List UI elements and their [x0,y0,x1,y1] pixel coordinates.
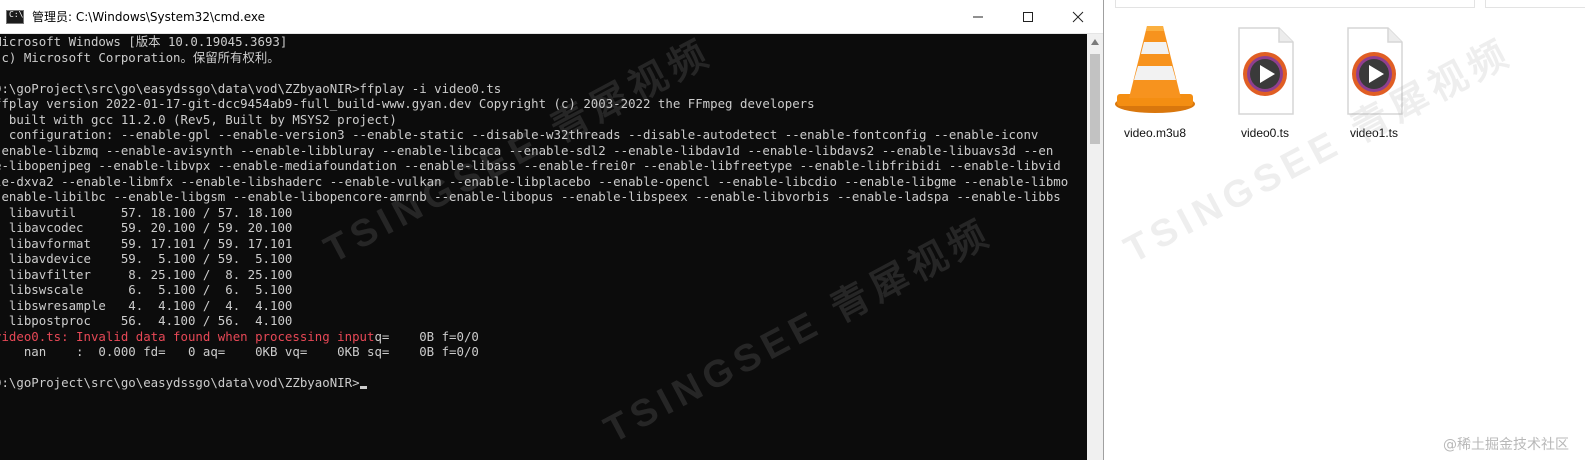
vlc-cone-icon [1115,26,1195,113]
console-line: libavdevice 59. 5.100 / 59. 5.100 [0,251,293,266]
console-line: built with gcc 11.2.0 (Rev5, Built by MS… [0,111,397,127]
console-line: le-dxva2 --enable-libmfx --enable-libsha… [0,173,1069,189]
title-bar[interactable]: C:\ 管理员: C:\Windows\System32\cmd.exe [0,0,1103,34]
file-item[interactable]: video0.ts [1217,22,1313,140]
error-tail: q= 0B f=0/0 [374,328,479,344]
window-edge [1115,0,1475,8]
console-line: libswresample 4. 4.100 / 4. 4.100 [0,297,293,313]
chevron-up-icon [1091,39,1099,45]
console-line: libavcodec 59. 20.100 / 59. 20.100 [0,220,293,235]
console-line: libavfilter 8. 25.100 / 8. 25.100 [0,266,293,282]
prompt-line[interactable]: D:\goProject\src\go\easydssgo\data\vod\Z… [0,375,1068,391]
console-line: libswscale 6. 5.100 / 6. 5.100 [0,282,293,297]
console-lines: Microsoft Windows [版本 10.0.19045.3693] (… [0,34,1068,391]
file-name: video0.ts [1240,126,1290,140]
cmd-icon: C:\ [6,9,24,24]
console-line: -enable-libilbc --enable-libgsm --enable… [0,189,1061,204]
console-line: ffplay version 2022-01-17-git-dcc9454ab9… [0,96,815,111]
minimize-icon [973,16,983,17]
minimize-button[interactable] [953,0,1003,33]
error-message: video0.ts: Invalid data found when proce… [0,328,375,344]
file-name: video.m3u8 [1123,126,1187,140]
file-item[interactable]: video1.ts [1326,22,1422,140]
error-line: video0.ts: Invalid data found when proce… [0,329,1068,345]
prompt: D:\goProject\src\go\easydssgo\data\vod\Z… [0,375,360,390]
console-line: libavutil 57. 18.100 / 57. 18.100 [0,204,293,220]
video-file-icon [1238,27,1294,115]
console-line: configuration: --enable-gpl --enable-ver… [0,127,1039,142]
file-explorer: video.m3u8 video0.ts video1.ts [1105,0,1585,460]
status-line: nan : 0.000 fd= 0 aq= 0KB vq= 0KB sq= 0B… [0,344,479,359]
console-line: -enable-libzmq --enable-avisynth --enabl… [0,142,1054,158]
console-line: D:\goProject\src\go\easydssgo\data\vod\Z… [0,80,502,96]
console-output[interactable]: Microsoft Windows [版本 10.0.19045.3693] (… [0,34,1088,460]
console-line: libpostproc 56. 4.100 / 56. 4.100 [0,313,293,328]
window-edge [1485,0,1585,8]
vertical-scrollbar[interactable] [1087,34,1103,460]
file-item[interactable]: video.m3u8 [1107,22,1203,140]
console-line: Microsoft Windows [版本 10.0.19045.3693] [0,34,288,49]
video-file-icon [1347,27,1403,115]
scrollbar-thumb[interactable] [1090,54,1100,144]
file-name: video1.ts [1349,126,1399,140]
console-line: (c) Microsoft Corporation。保留所有权利。 [0,49,280,65]
console-line: libavformat 59. 17.101 / 59. 17.101 [0,235,293,251]
scroll-up-button[interactable] [1087,34,1103,50]
window-title: 管理员: C:\Windows\System32\cmd.exe [32,10,265,24]
maximize-icon [1023,11,1033,22]
cmd-window[interactable]: C:\ 管理员: C:\Windows\System32\cmd.exe Mic… [0,0,1104,460]
close-icon [1072,11,1084,22]
window-controls [953,0,1103,33]
close-button[interactable] [1053,0,1103,33]
console-line: e-libopenjpeg --enable-libvpx --enable-m… [0,158,1061,173]
maximize-button[interactable] [1003,0,1053,33]
text-cursor [359,386,367,389]
cmd-icon-glyph: C:\ [9,9,24,19]
credit-watermark: @稀土掘金技术社区 [1443,437,1569,453]
